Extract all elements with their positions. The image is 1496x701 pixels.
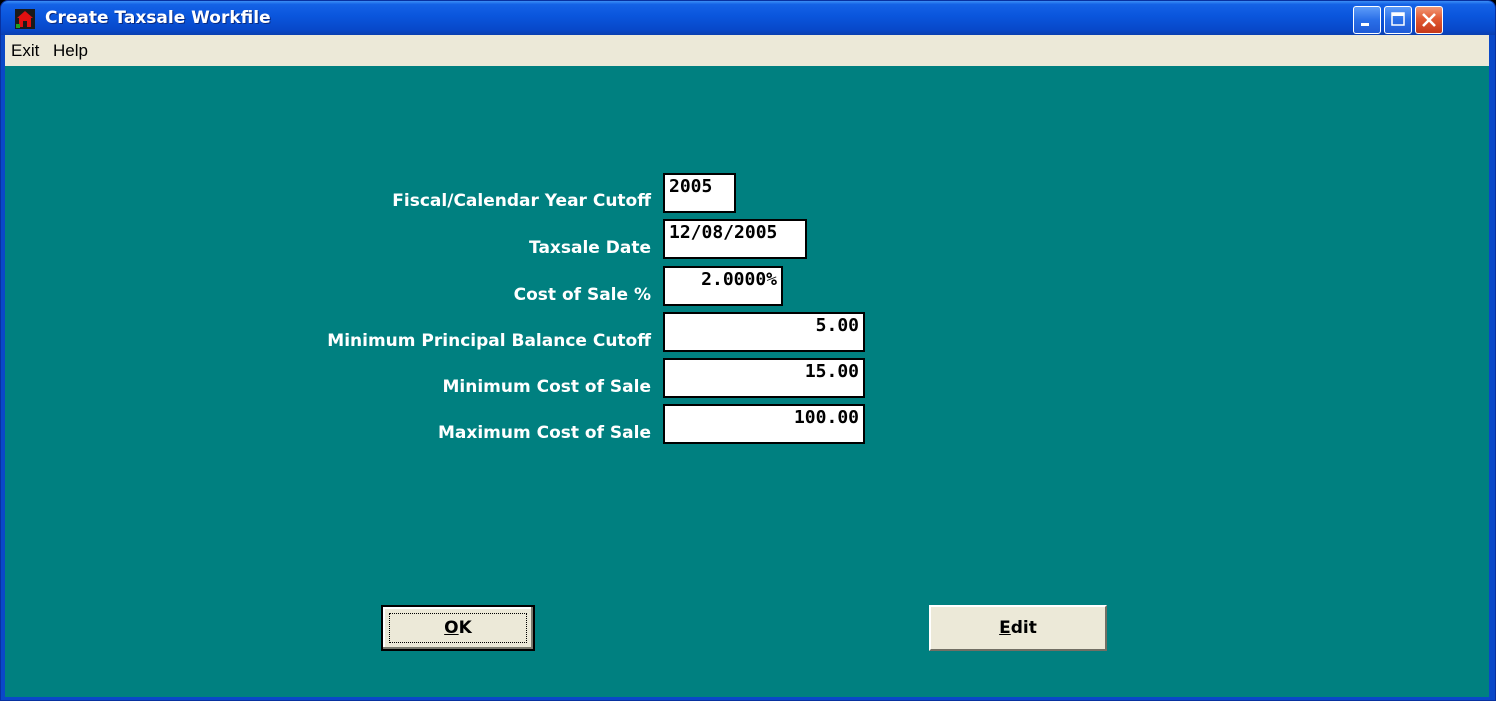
- cost-of-sale-pct-label: Cost of Sale %: [513, 285, 651, 305]
- taxsale-date-field[interactable]: 12/08/2005: [663, 219, 807, 259]
- ok-button-label: OK: [444, 618, 472, 638]
- minimize-button[interactable]: [1353, 6, 1381, 34]
- taxsale-date-label: Taxsale Date: [529, 238, 651, 258]
- menu-bar: Exit Help: [5, 35, 1489, 66]
- max-cost-of-sale-label: Maximum Cost of Sale: [437, 423, 651, 443]
- ok-mnemonic: O: [444, 618, 459, 638]
- red-house-icon[interactable]: [15, 9, 35, 29]
- close-button[interactable]: [1415, 6, 1443, 34]
- edit-label-rest: dit: [1010, 618, 1037, 638]
- min-cost-of-sale-label: Minimum Cost of Sale: [442, 377, 651, 397]
- edit-mnemonic: E: [999, 618, 1011, 638]
- minimize-icon: [1361, 23, 1369, 26]
- min-principal-balance-cutoff-field[interactable]: 5.00: [663, 312, 865, 352]
- edit-button[interactable]: Edit: [929, 605, 1107, 651]
- max-cost-of-sale-field[interactable]: 100.00: [663, 404, 865, 444]
- maximize-button[interactable]: [1384, 6, 1412, 34]
- ok-button[interactable]: OK: [381, 605, 535, 651]
- client-area: Exit Help Fiscal/Calendar Year Cutoff 20…: [5, 35, 1489, 697]
- min-principal-balance-cutoff-label: Minimum Principal Balance Cutoff: [327, 331, 651, 351]
- menu-exit[interactable]: Exit: [11, 35, 39, 66]
- ok-label-rest: K: [458, 618, 472, 638]
- app-window: Create Taxsale Workfile Exit Help Fiscal…: [0, 0, 1496, 701]
- title-bar[interactable]: Create Taxsale Workfile: [1, 1, 1495, 35]
- menu-help[interactable]: Help: [53, 35, 88, 66]
- close-icon: [1422, 13, 1436, 27]
- maximize-icon: [1391, 12, 1405, 26]
- fiscal-year-cutoff-label: Fiscal/Calendar Year Cutoff: [392, 191, 651, 211]
- cost-of-sale-pct-field[interactable]: 2.0000%: [663, 266, 783, 306]
- fiscal-year-cutoff-field[interactable]: 2005: [663, 173, 736, 213]
- min-cost-of-sale-field[interactable]: 15.00: [663, 358, 865, 398]
- edit-button-label: Edit: [999, 618, 1037, 638]
- window-title: Create Taxsale Workfile: [45, 8, 271, 28]
